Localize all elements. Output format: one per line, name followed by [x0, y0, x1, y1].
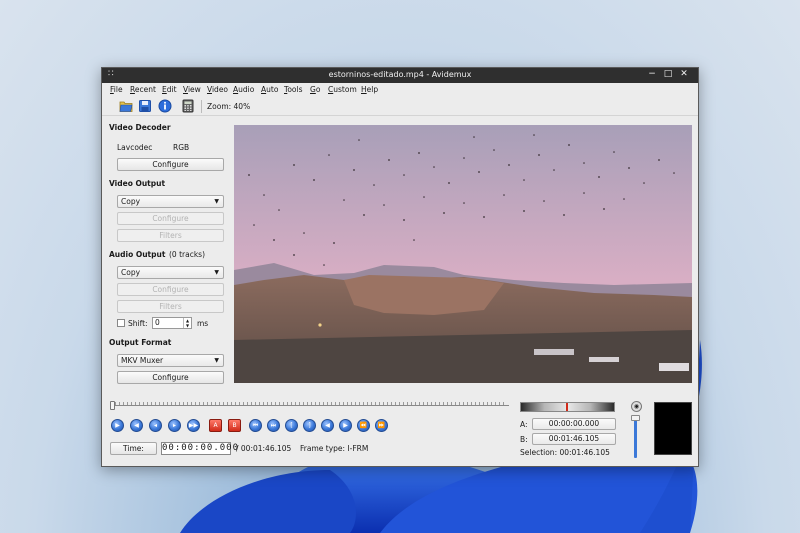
shift-label: Shift:: [128, 319, 148, 328]
timeline-slider[interactable]: [110, 401, 509, 411]
output-format-value: MKV Muxer: [121, 356, 164, 365]
next-keyframe-icon[interactable]: ⏭: [267, 419, 280, 432]
menu-file[interactable]: File: [110, 85, 123, 94]
timeline-knob[interactable]: [110, 401, 115, 410]
shift-spinbox[interactable]: 0 ▲ ▼: [152, 317, 192, 329]
decoder-colorspace: RGB: [173, 143, 190, 152]
chevron-down-icon: ▼: [214, 357, 219, 364]
audio-output-select[interactable]: Copy ▼: [117, 266, 224, 279]
audio-output-filters-button[interactable]: Filters: [117, 300, 224, 313]
goto-marker-b-icon[interactable]: ]: [303, 419, 316, 432]
close-icon[interactable]: ✕: [679, 69, 689, 79]
menu-go[interactable]: Go: [310, 85, 320, 94]
settings-panel: Video Decoder Lavcodec RGB Configure Vid…: [102, 117, 230, 387]
marker-a-field[interactable]: 00:00:00.000: [532, 418, 616, 430]
window-title: estorninos-editado.mp4 - Avidemux: [328, 70, 472, 79]
video-output-filters-button[interactable]: Filters: [117, 229, 224, 242]
open-folder-icon[interactable]: [119, 99, 133, 113]
decoder-codec: Lavcodec: [117, 143, 153, 152]
set-marker-b-icon[interactable]: B: [228, 419, 241, 432]
next-black-frame-icon[interactable]: ▶: [339, 419, 352, 432]
calculator-icon[interactable]: [181, 99, 195, 113]
menu-auto[interactable]: Auto: [261, 85, 278, 94]
toolbar-separator: [201, 100, 202, 113]
video-output-value: Copy: [121, 197, 141, 206]
audio-meter-preview: [654, 402, 692, 455]
menu-video[interactable]: Video: [207, 85, 228, 94]
avidemux-window: ∷ estorninos-editado.mp4 - Avidemux − □ …: [101, 67, 699, 467]
video-decoder-title: Video Decoder: [109, 123, 171, 132]
jog-shuttle[interactable]: [520, 402, 615, 412]
step-back-icon[interactable]: ◂: [149, 419, 162, 432]
marker-b-label: B:: [520, 435, 528, 444]
timeline-track: [112, 405, 509, 406]
shift-unit: ms: [197, 319, 209, 328]
set-marker-a-icon[interactable]: A: [209, 419, 222, 432]
menu-recent[interactable]: Recent: [130, 85, 156, 94]
menu-audio[interactable]: Audio: [233, 85, 254, 94]
output-format-title: Output Format: [109, 338, 172, 347]
output-format-configure-button[interactable]: Configure: [117, 371, 224, 384]
fast-forward-icon[interactable]: ▶▶: [187, 419, 200, 432]
total-duration: / 00:01:46.105: [236, 444, 292, 453]
selection-duration: Selection: 00:01:46.105: [520, 448, 610, 457]
jog-needle: [566, 403, 568, 411]
minimize-icon[interactable]: −: [647, 69, 657, 79]
zoom-label: Zoom: 40%: [207, 102, 251, 111]
chevron-down-icon: ▼: [214, 198, 219, 205]
goto-start-icon[interactable]: ⏪: [357, 419, 370, 432]
spin-arrows-icon[interactable]: ▲ ▼: [183, 318, 191, 328]
video-output-title: Video Output: [109, 179, 166, 188]
menu-custom[interactable]: Custom: [328, 85, 357, 94]
video-output-select[interactable]: Copy ▼: [117, 195, 224, 208]
audio-output-configure-button[interactable]: Configure: [117, 283, 224, 296]
play-icon[interactable]: ▶: [111, 419, 124, 432]
time-button[interactable]: Time:: [110, 442, 157, 455]
shift-value: 0: [155, 318, 160, 327]
info-icon[interactable]: [158, 99, 172, 113]
frame-type: Frame type: I-FRM: [300, 444, 369, 453]
prev-keyframe-icon[interactable]: ⏮: [249, 419, 262, 432]
decoder-configure-button[interactable]: Configure: [117, 158, 224, 171]
goto-marker-a-icon[interactable]: [: [285, 419, 298, 432]
marker-a-label: A:: [520, 420, 528, 429]
menu-view[interactable]: View: [183, 85, 201, 94]
video-output-configure-button[interactable]: Configure: [117, 212, 224, 225]
marker-b-field[interactable]: 00:01:46.105: [532, 433, 616, 445]
playback-controls: ▶ ◀ ◂ ▸ ▶▶ A B ⏮ ⏭ [ ] ◀ ▶ ⏪ ⏩: [111, 419, 401, 433]
maximize-icon[interactable]: □: [663, 69, 673, 79]
rewind-icon[interactable]: ◀: [130, 419, 143, 432]
toolbar: Zoom: 40%: [102, 96, 698, 116]
save-icon[interactable]: [138, 99, 152, 113]
menu-help[interactable]: Help: [361, 85, 378, 94]
volume-knob[interactable]: [631, 415, 640, 421]
goto-end-icon[interactable]: ⏩: [375, 419, 388, 432]
output-format-select[interactable]: MKV Muxer ▼: [117, 354, 224, 367]
menu-tools[interactable]: Tools: [284, 85, 302, 94]
step-forward-icon[interactable]: ▸: [168, 419, 181, 432]
menu-edit[interactable]: Edit: [162, 85, 177, 94]
title-bar: ∷ estorninos-editado.mp4 - Avidemux − □ …: [102, 68, 698, 83]
menu-bar: File Recent Edit View Video Audio Auto T…: [102, 83, 698, 96]
video-frame: [234, 125, 692, 383]
volume-slider[interactable]: [634, 418, 637, 458]
shift-checkbox[interactable]: [117, 319, 125, 327]
prev-black-frame-icon[interactable]: ◀: [321, 419, 334, 432]
audio-output-value: Copy: [121, 268, 141, 277]
current-time-field[interactable]: 00:00:00.000: [161, 442, 238, 455]
volume-icon[interactable]: ◉: [631, 401, 642, 412]
audio-output-title: Audio Output: [109, 250, 166, 259]
time-bar: Time: 00:00:00.000 / 00:01:46.105 Frame …: [110, 442, 410, 456]
chevron-down-icon: ▼: [214, 269, 219, 276]
audio-track-count: (0 tracks): [169, 250, 206, 259]
